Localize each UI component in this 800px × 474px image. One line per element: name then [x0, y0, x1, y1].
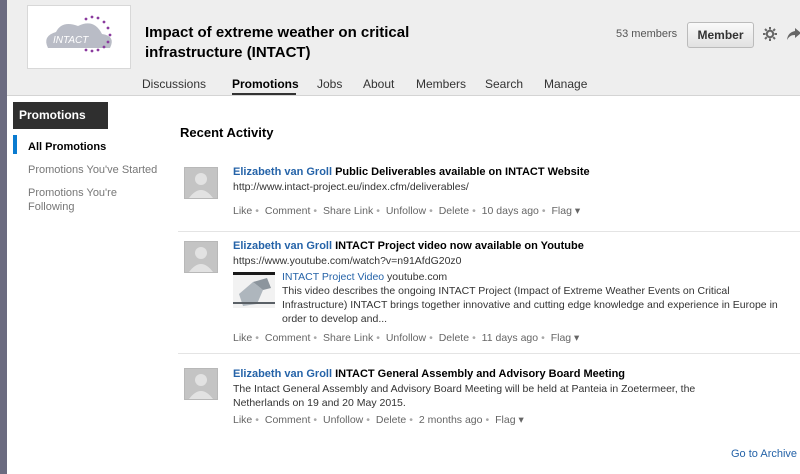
members-count[interactable]: 53 members [616, 28, 677, 40]
avatar[interactable] [184, 368, 218, 400]
sidebar-item-started[interactable]: Promotions You've Started [28, 163, 157, 177]
svg-text:INTACT: INTACT [53, 35, 89, 46]
delete-link[interactable]: Delete [376, 414, 406, 426]
group-logo[interactable]: INTACT [27, 5, 131, 69]
video-preview-link[interactable]: INTACT Project Video [282, 271, 384, 283]
tab-discussions[interactable]: Discussions [142, 77, 206, 91]
sidebar-heading: Promotions [13, 102, 108, 129]
post-body: The Intact General Assembly and Advisory… [233, 383, 696, 409]
intact-logo-icon: INTACT [46, 15, 112, 53]
comment-link[interactable]: Comment [265, 414, 311, 426]
post-author-link[interactable]: Elizabeth van Groll [233, 166, 332, 178]
active-tab-indicator [232, 93, 296, 95]
unfollow-link[interactable]: Unfollow [386, 205, 426, 217]
post-actions: Like • Comment • Share Link • Unfollow • Del… [233, 332, 580, 344]
post-headline-link[interactable]: INTACT General Assembly and Advisory Boa… [335, 368, 625, 380]
tab-about[interactable]: About [363, 77, 394, 91]
video-preview: INTACT Project Video youtube.com This vi… [282, 270, 792, 326]
post-title: Elizabeth van Groll INTACT General Assem… [233, 368, 625, 380]
avatar[interactable] [184, 241, 218, 273]
post-headline-link[interactable]: Public Deliverables available on INTACT … [335, 166, 590, 178]
delete-link[interactable]: Delete [439, 332, 469, 344]
activity-post: Elizabeth van Groll Public Deliverables … [178, 160, 800, 232]
activity-post: Elizabeth van Groll INTACT General Assem… [178, 353, 800, 437]
window-frame [0, 0, 7, 474]
post-actions: Like • Comment • Share Link • Unfollow • Del… [233, 205, 581, 217]
delete-link[interactable]: Delete [439, 205, 469, 217]
video-thumbnail-image [233, 272, 275, 308]
post-author-link[interactable]: Elizabeth van Groll [233, 368, 332, 380]
member-button[interactable]: Member [687, 22, 754, 48]
tab-search[interactable]: Search [485, 77, 523, 91]
unfollow-link[interactable]: Unfollow [323, 414, 363, 426]
person-placeholder-icon [189, 173, 213, 198]
post-timestamp[interactable]: 10 days ago [482, 205, 539, 217]
tab-promotions[interactable]: Promotions [232, 77, 299, 91]
sidebar-item-all-promotions[interactable]: All Promotions [28, 140, 106, 154]
post-headline-link[interactable]: INTACT Project video now available on Yo… [335, 240, 584, 252]
gear-icon[interactable] [762, 26, 778, 42]
flag-dropdown[interactable]: Flag ▾ [552, 205, 581, 217]
like-link[interactable]: Like [233, 205, 252, 217]
share-link[interactable]: Share Link [323, 205, 373, 217]
sidebar-item-following[interactable]: Promotions You're Following [28, 186, 138, 214]
go-to-archive-link[interactable]: Go to Archive [731, 448, 797, 460]
group-title[interactable]: Impact of extreme weather on critical in… [145, 23, 465, 63]
avatar[interactable] [184, 167, 218, 199]
video-preview-description: This video describes the ongoing INTACT … [282, 285, 778, 325]
like-link[interactable]: Like [233, 414, 252, 426]
share-arrow-icon[interactable] [786, 26, 800, 42]
flag-dropdown[interactable]: Flag ▾ [495, 414, 524, 426]
post-actions: Like • Comment • Unfollow • Delete • 2 month… [233, 414, 524, 426]
post-author-link[interactable]: Elizabeth van Groll [233, 240, 332, 252]
post-body[interactable]: https://www.youtube.com/watch?v=n91AfdG2… [233, 254, 793, 268]
person-placeholder-icon [189, 374, 213, 399]
tab-manage[interactable]: Manage [544, 77, 587, 91]
post-body: http://www.intact-project.eu/index.cfm/d… [233, 181, 469, 193]
comment-link[interactable]: Comment [265, 332, 311, 344]
video-thumbnail[interactable] [233, 272, 275, 308]
comment-link[interactable]: Comment [265, 205, 311, 217]
sidebar-active-marker [13, 135, 17, 154]
post-title: Elizabeth van Groll INTACT Project video… [233, 240, 584, 252]
video-preview-source: youtube.com [387, 271, 448, 283]
person-placeholder-icon [189, 247, 213, 272]
like-link[interactable]: Like [233, 332, 252, 344]
group-header: INTACT Impact of extreme weather on crit… [7, 0, 800, 96]
post-title: Elizabeth van Groll Public Deliverables … [233, 166, 590, 178]
post-timestamp[interactable]: 2 months ago [419, 414, 483, 426]
tab-jobs[interactable]: Jobs [317, 77, 342, 91]
share-link[interactable]: Share Link [323, 332, 373, 344]
section-title: Recent Activity [180, 125, 274, 140]
flag-dropdown[interactable]: Flag ▾ [551, 332, 580, 344]
tab-members[interactable]: Members [416, 77, 466, 91]
unfollow-link[interactable]: Unfollow [386, 332, 426, 344]
activity-post: Elizabeth van Groll INTACT Project video… [178, 231, 800, 354]
post-timestamp[interactable]: 11 days ago [482, 332, 538, 344]
